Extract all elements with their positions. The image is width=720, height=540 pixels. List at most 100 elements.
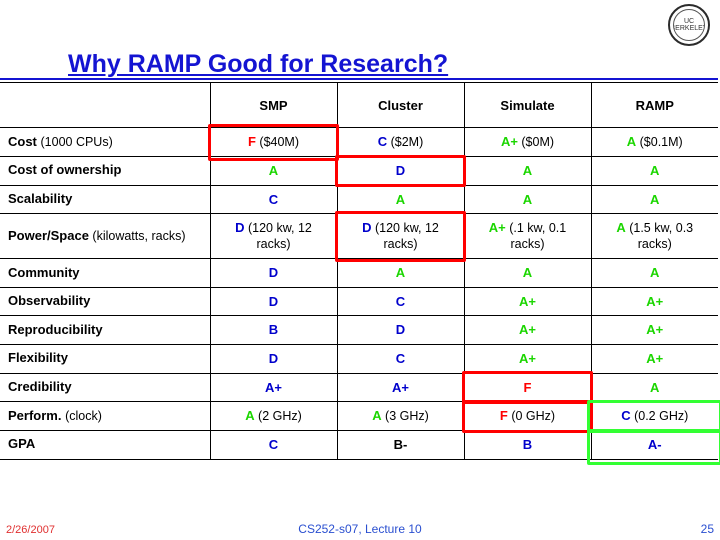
grade-value: F (247, 134, 256, 149)
grade-value: D (268, 350, 279, 366)
grade-note: (120 kw, 12 racks) (371, 221, 439, 252)
grade-value: A (245, 408, 255, 424)
header-ramp: RAMP (590, 82, 718, 128)
grade-cell: A+ (590, 286, 718, 317)
table-header-row: SMP Cluster Simulate RAMP (0, 82, 718, 128)
grade-note: (0 GHz) (507, 409, 556, 424)
title-underline-rule (0, 78, 718, 80)
grade-cell: A (3 GHz) (336, 401, 464, 432)
grade-cell: A+ (463, 286, 591, 317)
grade-value: A+ (488, 220, 506, 236)
grade-cell: A+ (590, 343, 718, 374)
grade-cell: F ($40M) (209, 127, 337, 157)
grade-cell: D (336, 156, 464, 186)
grade-cell: A (463, 258, 591, 288)
grade-value: C (395, 293, 406, 309)
grade-cell: A (336, 184, 464, 215)
grade-cell: A (590, 372, 718, 403)
grade-value: A (395, 191, 406, 207)
grade-cell: D (120 kw, 12 racks) (209, 213, 337, 260)
grade-value: A (626, 134, 637, 149)
grade-value: A (650, 191, 660, 207)
grade-value: A (395, 265, 406, 281)
row-label: Community (0, 258, 210, 288)
grade-value: D (268, 293, 279, 309)
row-label-subtext: (kilowatts, racks) (88, 228, 186, 243)
grade-cell: D (336, 315, 464, 345)
grade-cell: C (336, 343, 464, 374)
grade-value: C (268, 437, 279, 453)
grade-cell: A+ (463, 315, 591, 345)
grade-value: C (621, 408, 631, 424)
footer-date: 2/26/2007 (6, 524, 55, 536)
grade-value: D (395, 163, 406, 178)
grade-cell: A (590, 156, 718, 186)
row-label-text: Credibility (8, 378, 72, 394)
grade-value: D (268, 265, 279, 281)
grade-cell: D (209, 286, 337, 317)
grade-cell: A- (590, 430, 718, 460)
grade-cell: B (463, 430, 591, 460)
grade-note: (1.5 kw, 0.3 racks) (625, 221, 694, 252)
grade-value: A+ (265, 379, 282, 395)
grade-cell: A+ (336, 372, 464, 403)
grade-value: C (395, 350, 406, 366)
row-label-text: Reproducibility (8, 321, 103, 337)
row-label-text: Scalability (8, 190, 73, 206)
grade-cell: A+ (.1 kw, 0.1 racks) (463, 213, 591, 260)
grade-cell: A+ (209, 372, 337, 403)
grade-note: (0.2 GHz) (630, 409, 689, 424)
grade-cell: D (209, 258, 337, 288)
university-seal-inner: UC BERKELEY (673, 9, 705, 41)
footer-page-number: 25 (700, 522, 714, 536)
grade-cell: A (463, 156, 591, 186)
header-simulate: Simulate (463, 82, 591, 128)
header-blank (0, 82, 210, 128)
row-label: Flexibility (0, 343, 210, 374)
grade-value: A (650, 265, 660, 281)
grade-value: A+ (392, 379, 409, 395)
row-label-text: Community (8, 264, 80, 280)
grade-cell: A (463, 184, 591, 215)
row-label-text: Cost of ownership (8, 162, 122, 178)
grade-value: B (268, 322, 279, 338)
row-label: Perform. (clock) (0, 401, 210, 432)
grade-note: ($2M) (387, 135, 424, 149)
grade-value: A- (647, 437, 662, 453)
grade-value: F (523, 379, 532, 395)
table-row: Cost of ownership A D A A (0, 156, 718, 186)
row-label: Reproducibility (0, 315, 210, 345)
table-row: GPA C B- B A- (0, 430, 718, 460)
grade-value: A+ (519, 350, 536, 366)
grade-note: (2 GHz) (254, 409, 302, 424)
grade-value: A (268, 163, 279, 178)
grade-value: A (522, 265, 533, 281)
slide: UC BERKELEY Why RAMP Good for Research? … (0, 0, 720, 540)
footer-lecture: CS252-s07, Lecture 10 (298, 522, 422, 536)
grade-cell: C (336, 286, 464, 317)
grade-value: A (650, 163, 660, 178)
row-label: Cost of ownership (0, 156, 210, 186)
header-cluster: Cluster (336, 82, 464, 128)
row-label: Power/Space (kilowatts, racks) (0, 213, 210, 260)
grade-note: ($0.1M) (636, 135, 683, 149)
grade-cell: F (0 GHz) (463, 401, 591, 432)
grade-value: A+ (519, 322, 536, 338)
grade-cell: C (209, 430, 337, 460)
grade-value: A (616, 220, 626, 236)
table-row: Credibility A+ A+ F A (0, 372, 718, 403)
grade-cell: B- (336, 430, 464, 460)
grade-value: A (650, 379, 660, 395)
page-title: Why RAMP Good for Research? (68, 50, 449, 78)
grade-value: A+ (646, 322, 664, 338)
row-label: Cost (1000 CPUs) (0, 127, 210, 157)
row-label-text: Observability (8, 293, 91, 309)
grade-value: A+ (500, 134, 518, 149)
grade-value: B- (393, 437, 408, 453)
row-label-text: GPA (8, 436, 36, 452)
table-row: Perform. (clock) A (2 GHz) A (3 GHz) F (0 G… (0, 401, 718, 432)
row-label: Credibility (0, 372, 210, 403)
comparison-table: SMP Cluster Simulate RAMP Cost (1000 CPU… (0, 82, 718, 460)
grade-cell: C ($2M) (336, 127, 464, 157)
grade-cell: A (1.5 kw, 0.3 racks) (590, 213, 718, 260)
